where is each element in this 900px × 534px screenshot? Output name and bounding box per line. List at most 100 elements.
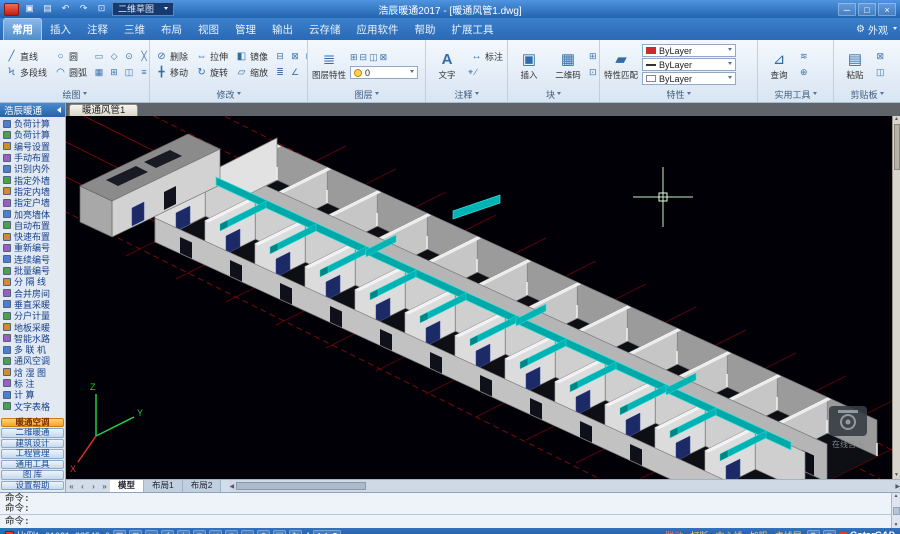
panel-label-utilities[interactable]: 实用工具: [758, 89, 833, 102]
tab-output[interactable]: 输出: [264, 19, 301, 40]
open-icon[interactable]: ▤: [40, 2, 55, 16]
block-attr-icon[interactable]: ⊡: [589, 65, 597, 80]
panel-label-clipboard[interactable]: 剪贴板: [834, 89, 900, 102]
layer-properties-button[interactable]: ≣ 图层特性: [311, 49, 347, 80]
appearance-menu[interactable]: ⚙ 外观: [856, 22, 897, 40]
tab-insert[interactable]: 插入: [42, 19, 79, 40]
rotate-tool[interactable]: ↻ 旋转: [193, 65, 230, 80]
fillet-icon[interactable]: ⊠: [288, 49, 302, 64]
dyn-toggle[interactable]: ≡: [225, 529, 239, 534]
sidebar-item-text-table[interactable]: 文字表格: [0, 400, 65, 412]
app-icon[interactable]: [4, 2, 19, 16]
tab-help[interactable]: 帮助: [407, 19, 444, 40]
panel-label-block[interactable]: 块: [508, 89, 599, 102]
last-layout-icon[interactable]: »: [99, 481, 110, 492]
donut-icon[interactable]: ⊙: [122, 49, 136, 64]
tab-cloud[interactable]: 云存储: [301, 19, 349, 40]
panel-label-modify[interactable]: 修改: [150, 89, 307, 102]
settings-gear-icon[interactable]: ⚙: [806, 529, 820, 534]
line-tool[interactable]: ╱ 直线: [3, 49, 49, 64]
selection-cycling-toggle[interactable]: ▤: [273, 529, 287, 534]
ortho-toggle[interactable]: ∟: [145, 529, 159, 534]
offset-icon[interactable]: ≣: [273, 65, 287, 80]
module-tab-settings-help[interactable]: 设置帮助: [1, 480, 64, 490]
region-icon[interactable]: ◫: [122, 65, 136, 80]
dimension-tool[interactable]: ↔ 标注: [468, 49, 505, 64]
chamfer-icon[interactable]: ∠: [288, 65, 302, 80]
xline-icon[interactable]: ╳: [137, 49, 149, 64]
layer-on-icon[interactable]: ⊞: [350, 50, 358, 65]
insert-block-button[interactable]: ▣ 插入: [511, 49, 547, 80]
circle-tool[interactable]: ○ 圆: [52, 49, 89, 64]
polygon-icon[interactable]: ◇: [107, 49, 121, 64]
inquiry-button[interactable]: ⊿ 查询: [761, 49, 797, 80]
trim-icon[interactable]: ⊟: [273, 49, 287, 64]
tab-home[interactable]: 常用: [3, 18, 42, 40]
layer-off-icon[interactable]: ⊟: [360, 50, 368, 65]
scale-tool[interactable]: ▱ 缩放: [233, 65, 270, 80]
panel-label-annotate[interactable]: 注释: [426, 89, 507, 102]
workspace-selector[interactable]: 二维草图: [112, 2, 175, 16]
tab-manage[interactable]: 管理: [227, 19, 264, 40]
otrack-toggle[interactable]: ◎: [193, 529, 207, 534]
panel-label-layers[interactable]: 图层: [308, 89, 425, 102]
prev-layout-icon[interactable]: ‹: [77, 481, 88, 492]
cut-icon[interactable]: ⊠: [876, 49, 885, 64]
rectangle-icon[interactable]: ▭: [92, 49, 106, 64]
hatch-icon[interactable]: ▦: [92, 65, 106, 80]
mode-centerline[interactable]: 中心线: [714, 529, 745, 534]
polyline-tool[interactable]: Ϟ 多段线: [3, 65, 49, 80]
block-edit-icon[interactable]: ⊞: [589, 49, 597, 64]
snap-toggle[interactable]: ▦: [113, 529, 127, 534]
qrcode-button[interactable]: ▦ 二维码: [550, 49, 586, 80]
canvas-horizontal-scrollbar[interactable]: ◀ ▶: [229, 480, 900, 492]
leader-icon[interactable]: ∕: [475, 65, 477, 80]
scroll-left-icon[interactable]: ◀: [229, 483, 234, 490]
panel-label-draw[interactable]: 绘图: [0, 89, 149, 102]
module-tab-2d-hvac[interactable]: 二维暖通: [1, 428, 64, 438]
distance-icon[interactable]: ≋: [800, 49, 808, 64]
scroll-up-icon[interactable]: ▲: [894, 493, 899, 499]
minimize-button[interactable]: ─: [838, 2, 856, 16]
mode-linkage[interactable]: 联动: [664, 529, 686, 534]
module-tab-general-tools[interactable]: 通用工具: [1, 459, 64, 469]
mode-bold[interactable]: 加粗: [748, 529, 770, 534]
mirror-tool[interactable]: ◧ 镜像: [233, 49, 270, 64]
panel-label-properties[interactable]: 特性: [600, 89, 757, 102]
document-tab[interactable]: 暖通风管1: [69, 104, 139, 116]
scrollbar-thumb[interactable]: [892, 506, 900, 515]
move-tool[interactable]: ╋ 移动: [153, 65, 190, 80]
ducs-toggle[interactable]: ⊿: [209, 529, 223, 534]
tab-view[interactable]: 视图: [190, 19, 227, 40]
module-tab-library[interactable]: 图 库: [1, 470, 64, 480]
tab-express[interactable]: 扩展工具: [444, 19, 502, 40]
tab-annotate[interactable]: 注释: [79, 19, 116, 40]
scrollbar-thumb[interactable]: [893, 124, 900, 170]
annotation-scale[interactable]: A 1:1: [305, 529, 341, 534]
module-tab-architecture[interactable]: 建筑设计: [1, 438, 64, 448]
workspace-switch-toggle[interactable]: ↻: [289, 529, 303, 534]
lineweight-select[interactable]: ByLayer: [642, 72, 736, 85]
layout-tab-model[interactable]: 模型: [110, 480, 145, 492]
erase-tool[interactable]: ⊘ 删除: [153, 49, 190, 64]
linetype-select[interactable]: ByLayer: [642, 58, 736, 71]
command-input[interactable]: 命令:: [0, 514, 891, 528]
redo-icon[interactable]: ↷: [76, 2, 91, 16]
text-button[interactable]: A 文字: [429, 49, 465, 80]
module-tab-hvac[interactable]: 暖通空调: [1, 417, 64, 427]
clean-screen-icon[interactable]: ◉: [822, 529, 836, 534]
transparency-toggle[interactable]: ⊕: [257, 529, 271, 534]
grid-toggle[interactable]: ⊞: [129, 529, 143, 534]
sidebar-header[interactable]: 浩辰暖通: [0, 103, 65, 117]
match-properties-button[interactable]: ▰ 特性匹配: [603, 49, 639, 80]
new-icon[interactable]: ▣: [22, 2, 37, 16]
tab-layout[interactable]: 布局: [153, 19, 190, 40]
mode-dashed-layer[interactable]: 虚线层: [773, 529, 804, 534]
table-icon[interactable]: ⊞: [107, 65, 121, 80]
spline-icon[interactable]: ≡: [137, 65, 149, 80]
lineweight-toggle[interactable]: ▭: [241, 529, 255, 534]
layout-tab-2[interactable]: 布局2: [182, 480, 222, 492]
scrollbar-thumb[interactable]: [236, 482, 367, 490]
close-button[interactable]: ×: [878, 2, 896, 16]
scroll-down-icon[interactable]: ▼: [894, 472, 899, 479]
